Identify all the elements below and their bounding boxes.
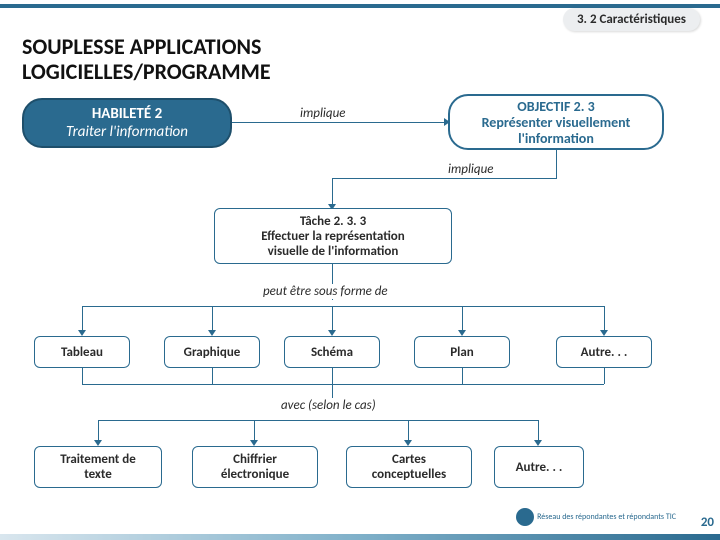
habilete-pill: HABILETÉ 2 Traiter l'information [22,98,232,148]
habilete-sub: Traiter l'information [32,123,222,141]
footer-org-text: Réseau des répondantes et répondants TIC [537,512,676,522]
footer-logo: Réseau des répondantes et répondants TIC [516,508,676,526]
tache-l3: visuelle de l'information [221,244,445,259]
page-title: SOUPLESSE APPLICATIONS LOGICIELLES/PROGR… [22,34,271,85]
tache-l1: Tâche 2. 3. 3 [221,214,445,229]
format-box-4: Autre. . . [556,336,652,368]
mv5 [604,368,605,384]
objectif-sub: Représenter visuellement l'information [458,115,654,146]
format-box-1: Graphique [164,336,260,368]
arrow-right-1 [444,118,450,126]
tool1-l1: Chiffrier [199,452,311,467]
tache-box: Tâche 2. 3. 3 Effectuer la représentatio… [214,208,452,264]
implique-label-2: implique [448,162,494,177]
format-box-0: Tableau [34,336,130,368]
branch-h1 [82,306,604,307]
format-label-2: Schéma [291,345,373,360]
mv1 [82,368,83,384]
implique-label-1: implique [300,106,346,121]
branch-h2 [98,420,538,421]
objectif-pill: OBJECTIF 2. 3 Représenter visuellement l… [448,94,664,150]
section-badge: 3. 2 Caractéristiques [563,8,700,31]
tache-l2: Effectuer la représentation [221,229,445,244]
connector-v1a [556,150,557,178]
format-label-0: Tableau [41,345,123,360]
tool0-l1: Traitement de [41,452,155,467]
logo-icon [516,508,534,526]
tool1-l2: électronique [199,467,311,482]
merge-h [82,384,604,385]
tool2-l1: Cartes [353,452,465,467]
tool2-l2: conceptuelles [353,467,465,482]
mv3 [332,368,333,384]
tool-box-0: Traitement de texte [34,446,162,488]
format-box-2: Schéma [284,336,380,368]
format-box-3: Plan [414,336,510,368]
title-line2: LOGICIELLES/PROGRAMME [22,59,271,84]
format-label-3: Plan [421,345,503,360]
avec-label: avec (selon le cas) [278,398,379,413]
page-number: 20 [701,515,714,530]
habilete-title: HABILETÉ 2 [32,105,222,123]
objectif-title: OBJECTIF 2. 3 [458,98,654,115]
connector-h1 [232,122,448,123]
tool-box-1: Chiffrier électronique [192,446,318,488]
tool0-l2: texte [41,467,155,482]
mv4 [462,368,463,384]
format-label-4: Autre. . . [563,345,645,360]
peut-etre-label: peut être sous forme de [260,284,391,299]
title-line1: SOUPLESSE APPLICATIONS [22,34,271,59]
connector-h2 [332,178,557,179]
mv2 [212,368,213,384]
footer-bar [0,534,720,540]
tool-box-3: Autre. . . [494,446,584,488]
tool3-l1: Autre. . . [501,460,577,475]
tool-box-2: Cartes conceptuelles [346,446,472,488]
format-label-1: Graphique [171,345,253,360]
